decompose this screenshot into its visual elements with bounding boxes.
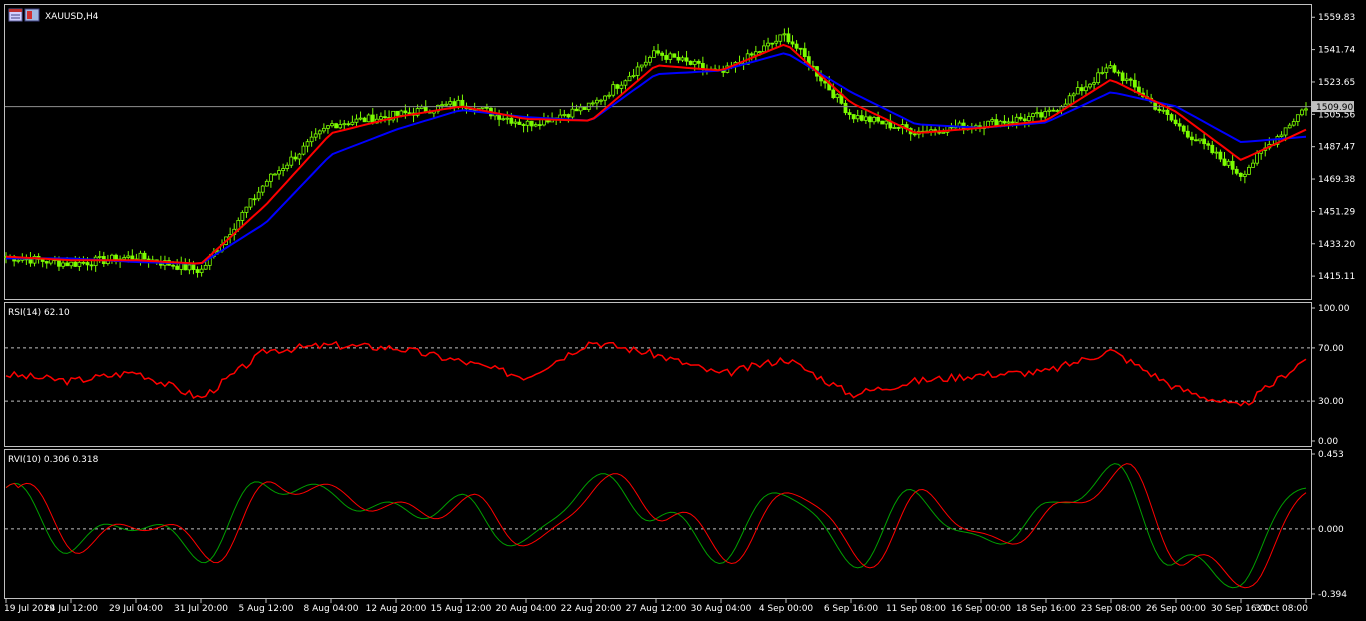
symbol-title: XAUUSD,H4	[45, 12, 99, 22]
time-tick-label: 12 Aug 20:00	[366, 604, 427, 614]
price-candle	[880, 120, 885, 125]
time-tick-label: 26 Sep 00:00	[1146, 604, 1206, 614]
trading-chart-window[interactable]: XAUUSD,H4 1559.831541.741523.651505.5614…	[0, 0, 1366, 621]
time-tick-label: 24 Jul 12:00	[44, 604, 98, 614]
price-candle	[688, 60, 693, 66]
rvi-tick-label: 0.453	[1318, 450, 1344, 460]
time-tick-label: 18 Sep 16:00	[1016, 604, 1076, 614]
price-tick-label: 1451.29	[1318, 207, 1355, 217]
price-candle	[672, 53, 677, 58]
time-tick-label: 4 Sep 00:00	[759, 604, 814, 614]
time-tick-label: 15 Aug 12:00	[431, 604, 492, 614]
rsi-tick-label: 30.00	[1318, 397, 1344, 407]
current-price-label: 1509.90	[1312, 101, 1354, 113]
rvi-tick-label: -0.394	[1318, 590, 1347, 600]
chart-window-icon[interactable]	[8, 8, 23, 22]
price-tick-label: 1415.11	[1318, 272, 1355, 282]
price-tick-label: 1487.47	[1318, 143, 1355, 153]
terminal-icon[interactable]	[24, 8, 40, 22]
svg-text:1509.90: 1509.90	[1316, 103, 1353, 113]
rsi-title: RSI(14) 62.10	[8, 308, 70, 318]
time-tick-label: 3 Oct 08:00	[1255, 604, 1308, 614]
time-tick-label: 23 Sep 08:00	[1081, 604, 1141, 614]
price-candle	[582, 106, 587, 110]
time-tick-label: 16 Sep 00:00	[951, 604, 1011, 614]
price-candle	[334, 122, 338, 129]
chart-background	[0, 0, 1366, 621]
time-tick-label: 11 Sep 08:00	[886, 604, 946, 614]
price-tick-label: 1559.83	[1318, 13, 1355, 23]
price-tick-label: 1433.20	[1318, 240, 1355, 250]
price-candle	[1300, 108, 1304, 117]
price-tick-label: 1523.65	[1318, 78, 1355, 88]
price-tick-label: 1469.38	[1318, 175, 1355, 185]
time-tick-label: 20 Aug 04:00	[496, 604, 557, 614]
price-axis: 1559.831541.741523.651505.561487.471469.…	[1311, 13, 1355, 282]
rsi-tick-label: 0.00	[1318, 437, 1338, 447]
rsi-tick-label: 100.00	[1318, 304, 1350, 314]
time-tick-label: 31 Jul 20:00	[174, 604, 228, 614]
time-tick-label: 30 Aug 04:00	[691, 604, 752, 614]
time-tick-label: 27 Aug 12:00	[626, 604, 687, 614]
rvi-title: RVI(10) 0.306 0.318	[8, 455, 99, 465]
rvi-tick-label: 0.000	[1318, 525, 1344, 535]
time-tick-label: 22 Aug 20:00	[561, 604, 622, 614]
time-tick-label: 6 Sep 16:00	[824, 604, 879, 614]
time-tick-label: 29 Jul 04:00	[109, 604, 163, 614]
time-tick-label: 8 Aug 04:00	[304, 604, 359, 614]
rsi-tick-label: 70.00	[1318, 344, 1344, 354]
price-candle	[366, 113, 371, 123]
time-tick-label: 5 Aug 12:00	[239, 604, 294, 614]
price-tick-label: 1541.74	[1318, 46, 1355, 56]
